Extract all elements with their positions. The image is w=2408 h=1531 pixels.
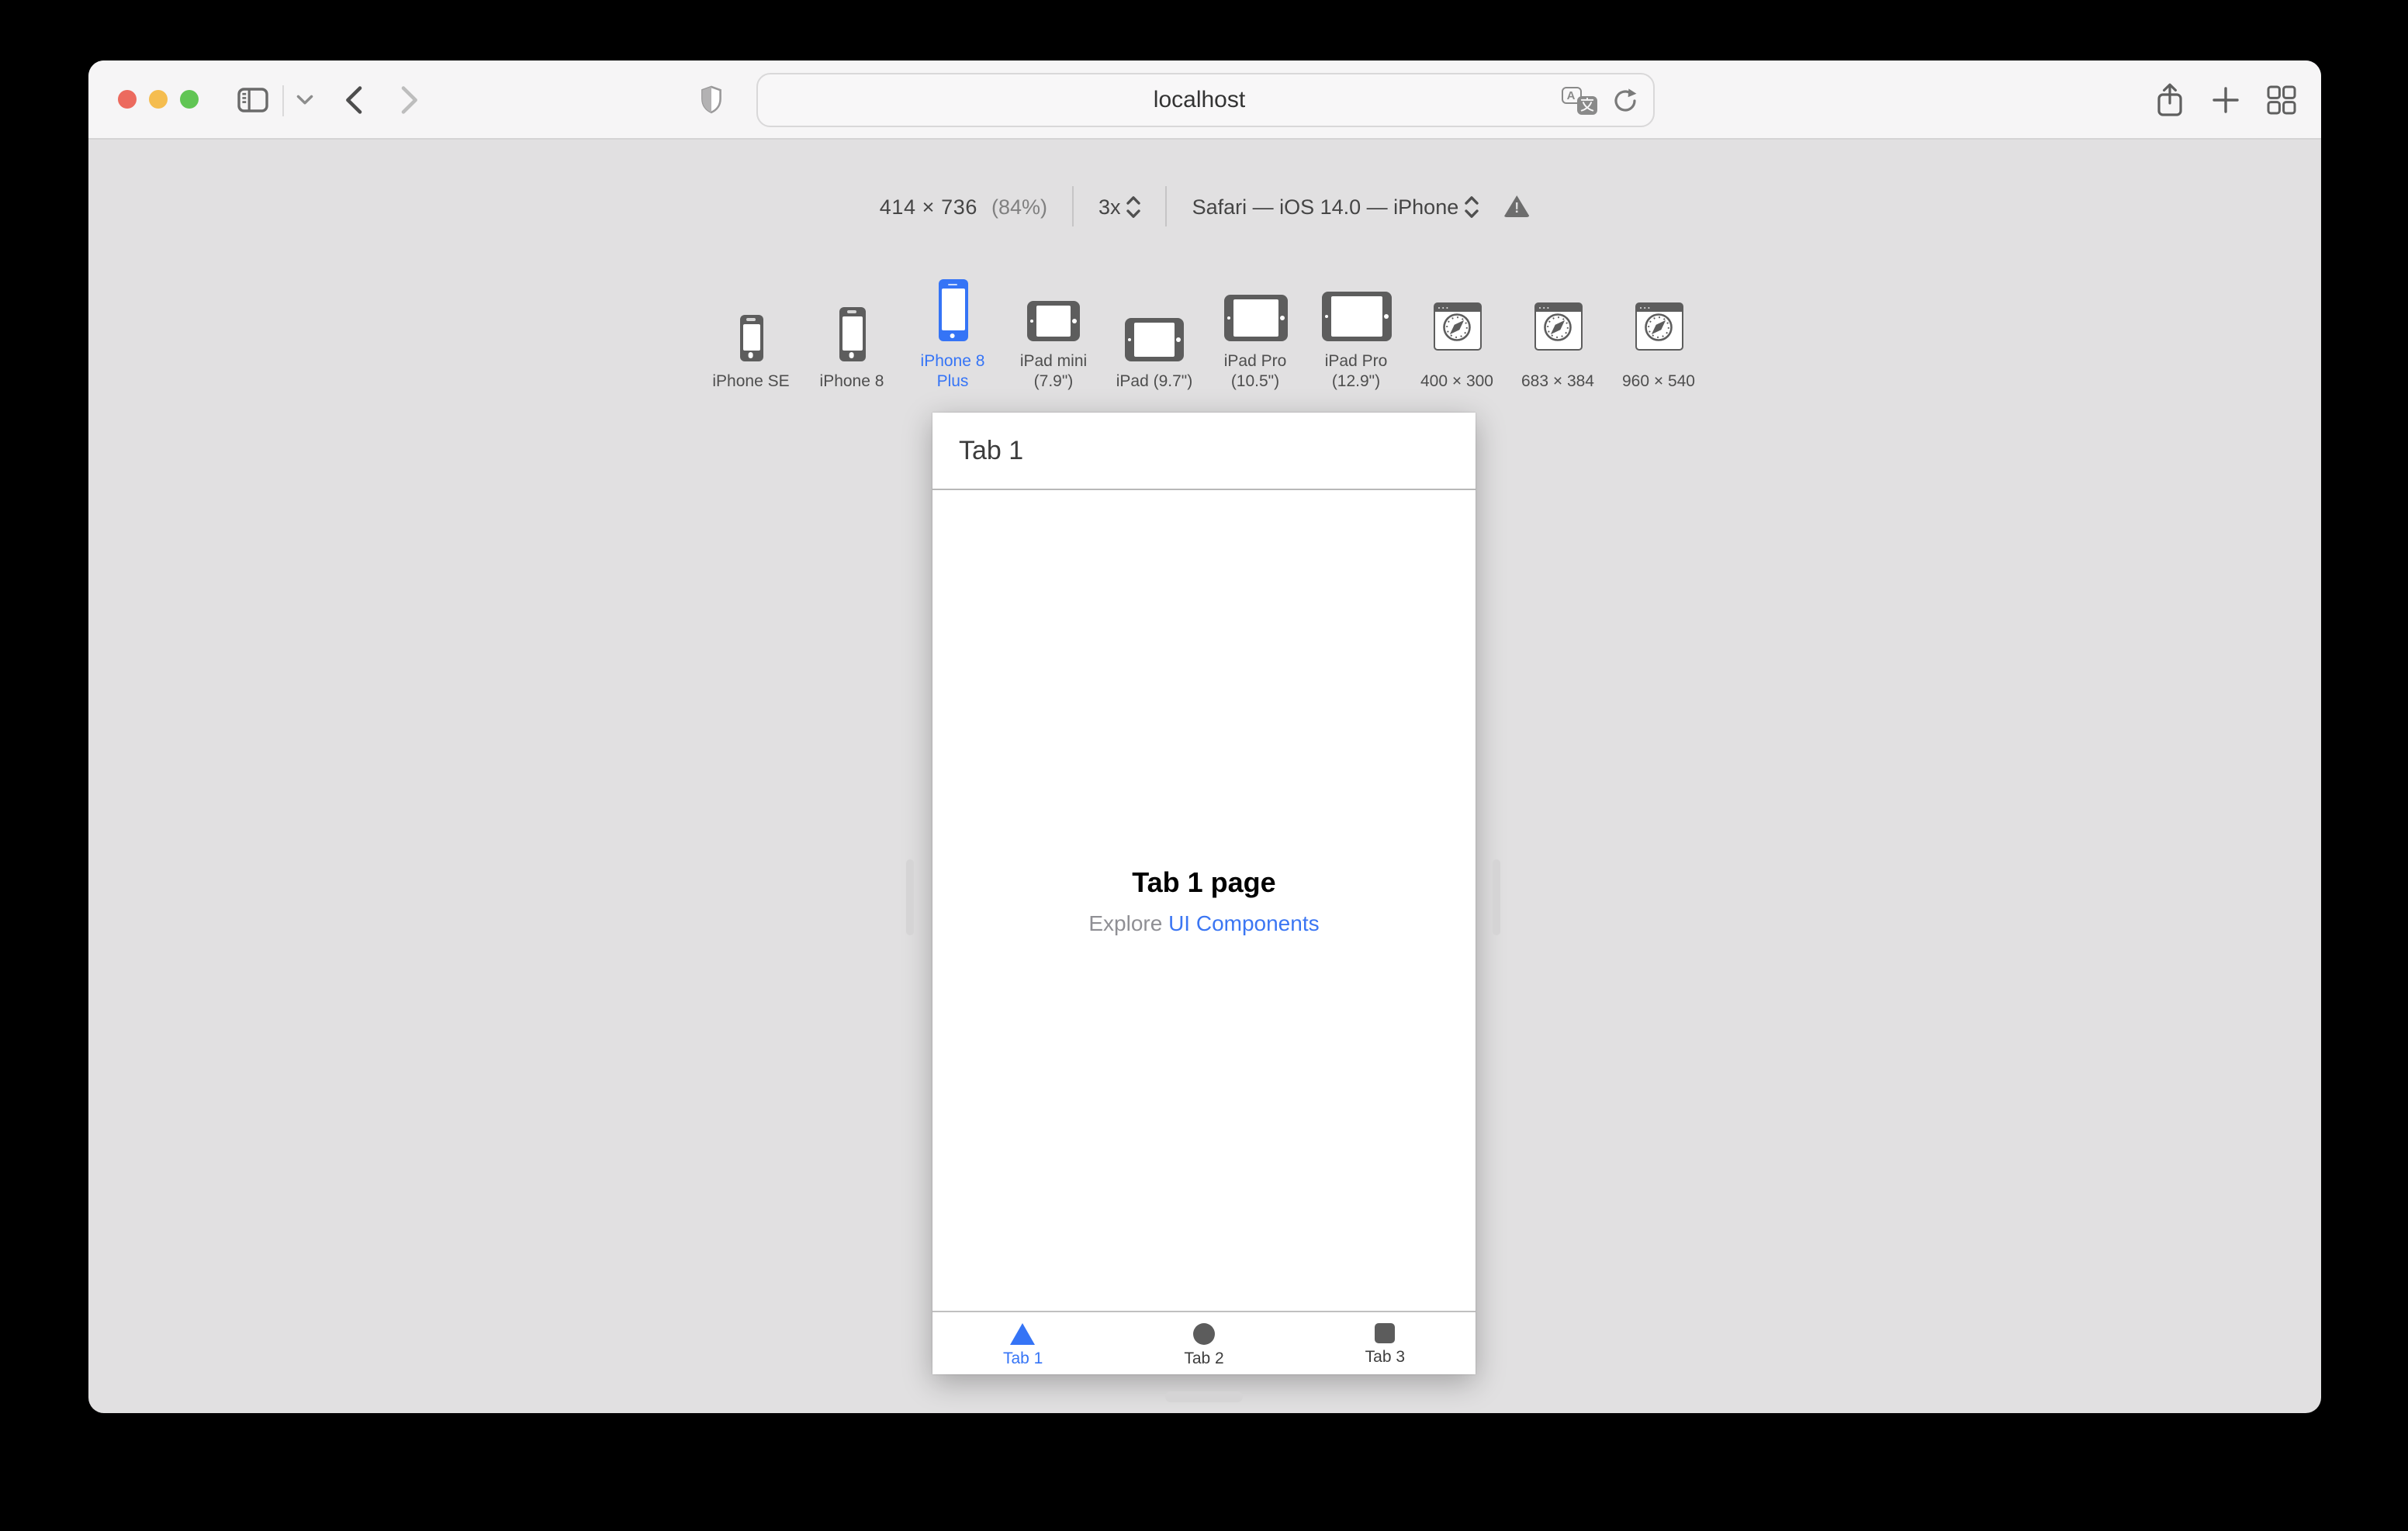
zoom-window-button[interactable] (180, 90, 199, 109)
page-title: Tab 1 page (1132, 866, 1276, 897)
translate-button[interactable]: A (1561, 86, 1597, 114)
traffic-lights (118, 90, 199, 109)
triangle-icon (1010, 1322, 1036, 1344)
safari-responsive-design-window: localhost A 414 × 736 (84%) 3x Safari — … (88, 60, 2321, 1413)
app-tab-bar: Tab 1 Tab 2 Tab 3 (932, 1311, 1476, 1374)
ipad-icon (1223, 295, 1287, 341)
sidebar-toggle-icon (237, 88, 268, 112)
iphone-icon (839, 306, 865, 361)
square-icon (1375, 1323, 1396, 1343)
close-window-button[interactable] (118, 90, 137, 109)
viewport-controls: 414 × 736 (84%) 3x Safari — iOS 14.0 — i… (88, 186, 2321, 226)
device-ipad-pro-10[interactable]: iPad Pro (10.5") (1209, 270, 1302, 391)
url-text: localhost (1153, 87, 1246, 113)
user-agent-select[interactable]: Safari — iOS 14.0 — iPhone (1192, 195, 1479, 218)
privacy-report-button[interactable] (700, 85, 723, 115)
sidebar-toggle-button[interactable] (237, 87, 268, 113)
reload-icon (1614, 88, 1636, 111)
toolbar-right-group (2155, 60, 2296, 140)
user-agent-value: Safari — iOS 14.0 — iPhone (1192, 195, 1459, 218)
device-ipad-pro-12[interactable]: iPad Pro (12.9") (1310, 270, 1403, 391)
reload-button[interactable] (1611, 86, 1638, 114)
controls-divider (1072, 186, 1074, 226)
controls-divider (1165, 186, 1168, 226)
nav-title: Tab 1 (959, 435, 1024, 465)
stepper-icon (1465, 195, 1479, 217)
minimize-window-button[interactable] (149, 90, 168, 109)
stepper-icon (1126, 195, 1141, 217)
tab-overview-icon (2267, 85, 2296, 115)
resize-handle-left[interactable] (906, 859, 914, 935)
preset-400x300[interactable]: 400 × 300 (1410, 278, 1503, 391)
browser-window-icon (1635, 302, 1683, 350)
ui-components-link[interactable]: UI Components (1168, 910, 1320, 935)
tab-2[interactable]: Tab 2 (1113, 1312, 1294, 1374)
iphone-icon (739, 314, 763, 361)
simulated-viewport: Tab 1 Tab 1 page Explore UI Components T… (932, 413, 1476, 1374)
preset-683x384[interactable]: 683 × 384 (1511, 278, 1604, 391)
compass-icon (1544, 314, 1572, 342)
circle-icon (1193, 1322, 1215, 1344)
translate-icon-secondary (1576, 95, 1597, 114)
ipad-icon (1027, 301, 1080, 341)
sidebar-options-button[interactable] (296, 95, 313, 105)
compass-icon (1645, 314, 1673, 342)
forward-icon (401, 86, 417, 114)
new-tab-icon (2213, 87, 2239, 113)
share-icon (2157, 83, 2182, 116)
tab-3[interactable]: Tab 3 (1295, 1312, 1476, 1374)
navigation-group (237, 60, 419, 140)
new-tab-button[interactable] (2213, 87, 2239, 113)
device-iphone-8-plus[interactable]: iPhone 8 Plus (906, 270, 999, 391)
warning-button[interactable]: ! (1503, 195, 1531, 217)
preset-960x540[interactable]: 960 × 540 (1612, 278, 1705, 391)
compass-icon (1443, 314, 1471, 342)
resize-handle-right[interactable] (1493, 859, 1500, 935)
back-icon (346, 86, 362, 114)
browser-window-icon (1534, 302, 1582, 350)
privacy-shield-icon (701, 85, 721, 114)
toolbar-divider (282, 85, 284, 116)
back-button[interactable] (344, 85, 363, 115)
device-iphone-se[interactable]: iPhone SE (704, 289, 797, 391)
page-content: Tab 1 page Explore UI Components (932, 490, 1476, 1311)
url-field[interactable]: localhost A (756, 73, 1654, 127)
screen: localhost A 414 × 736 (84%) 3x Safari — … (0, 0, 2408, 1531)
viewport-dimensions[interactable]: 414 × 736 (880, 195, 977, 218)
subtitle-prefix: Explore (1088, 910, 1163, 935)
tab-overview-button[interactable] (2267, 85, 2296, 115)
device-ipad[interactable]: iPad (9.7") (1108, 289, 1201, 391)
device-preset-strip: iPhone SE iPhone 8 iPhone 8 Plus iPad mi… (88, 270, 2321, 391)
resize-handle-bottom[interactable] (1165, 1391, 1243, 1402)
tab-1[interactable]: Tab 1 (932, 1312, 1113, 1374)
device-ipad-mini[interactable]: iPad mini (7.9") (1007, 270, 1100, 391)
pixel-ratio-value: 3x (1098, 195, 1121, 218)
url-field-icons: A (1561, 86, 1652, 114)
device-iphone-8[interactable]: iPhone 8 (805, 289, 898, 391)
browser-window-icon (1433, 302, 1481, 350)
forward-button[interactable] (400, 85, 419, 115)
chevron-down-icon (296, 95, 313, 105)
page-subtitle: Explore UI Components (1088, 910, 1319, 935)
share-button[interactable] (2155, 82, 2185, 118)
ipad-icon (1125, 317, 1184, 361)
iphone-icon-selected (938, 279, 967, 341)
browser-toolbar: localhost A (88, 60, 2321, 140)
pixel-ratio-select[interactable]: 3x (1098, 195, 1141, 218)
responsive-design-canvas: 414 × 736 (84%) 3x Safari — iOS 14.0 — i… (88, 140, 2321, 1412)
zoom-percentage: (84%) (991, 195, 1048, 218)
ipad-icon (1321, 292, 1391, 341)
app-nav-bar: Tab 1 (932, 413, 1476, 490)
